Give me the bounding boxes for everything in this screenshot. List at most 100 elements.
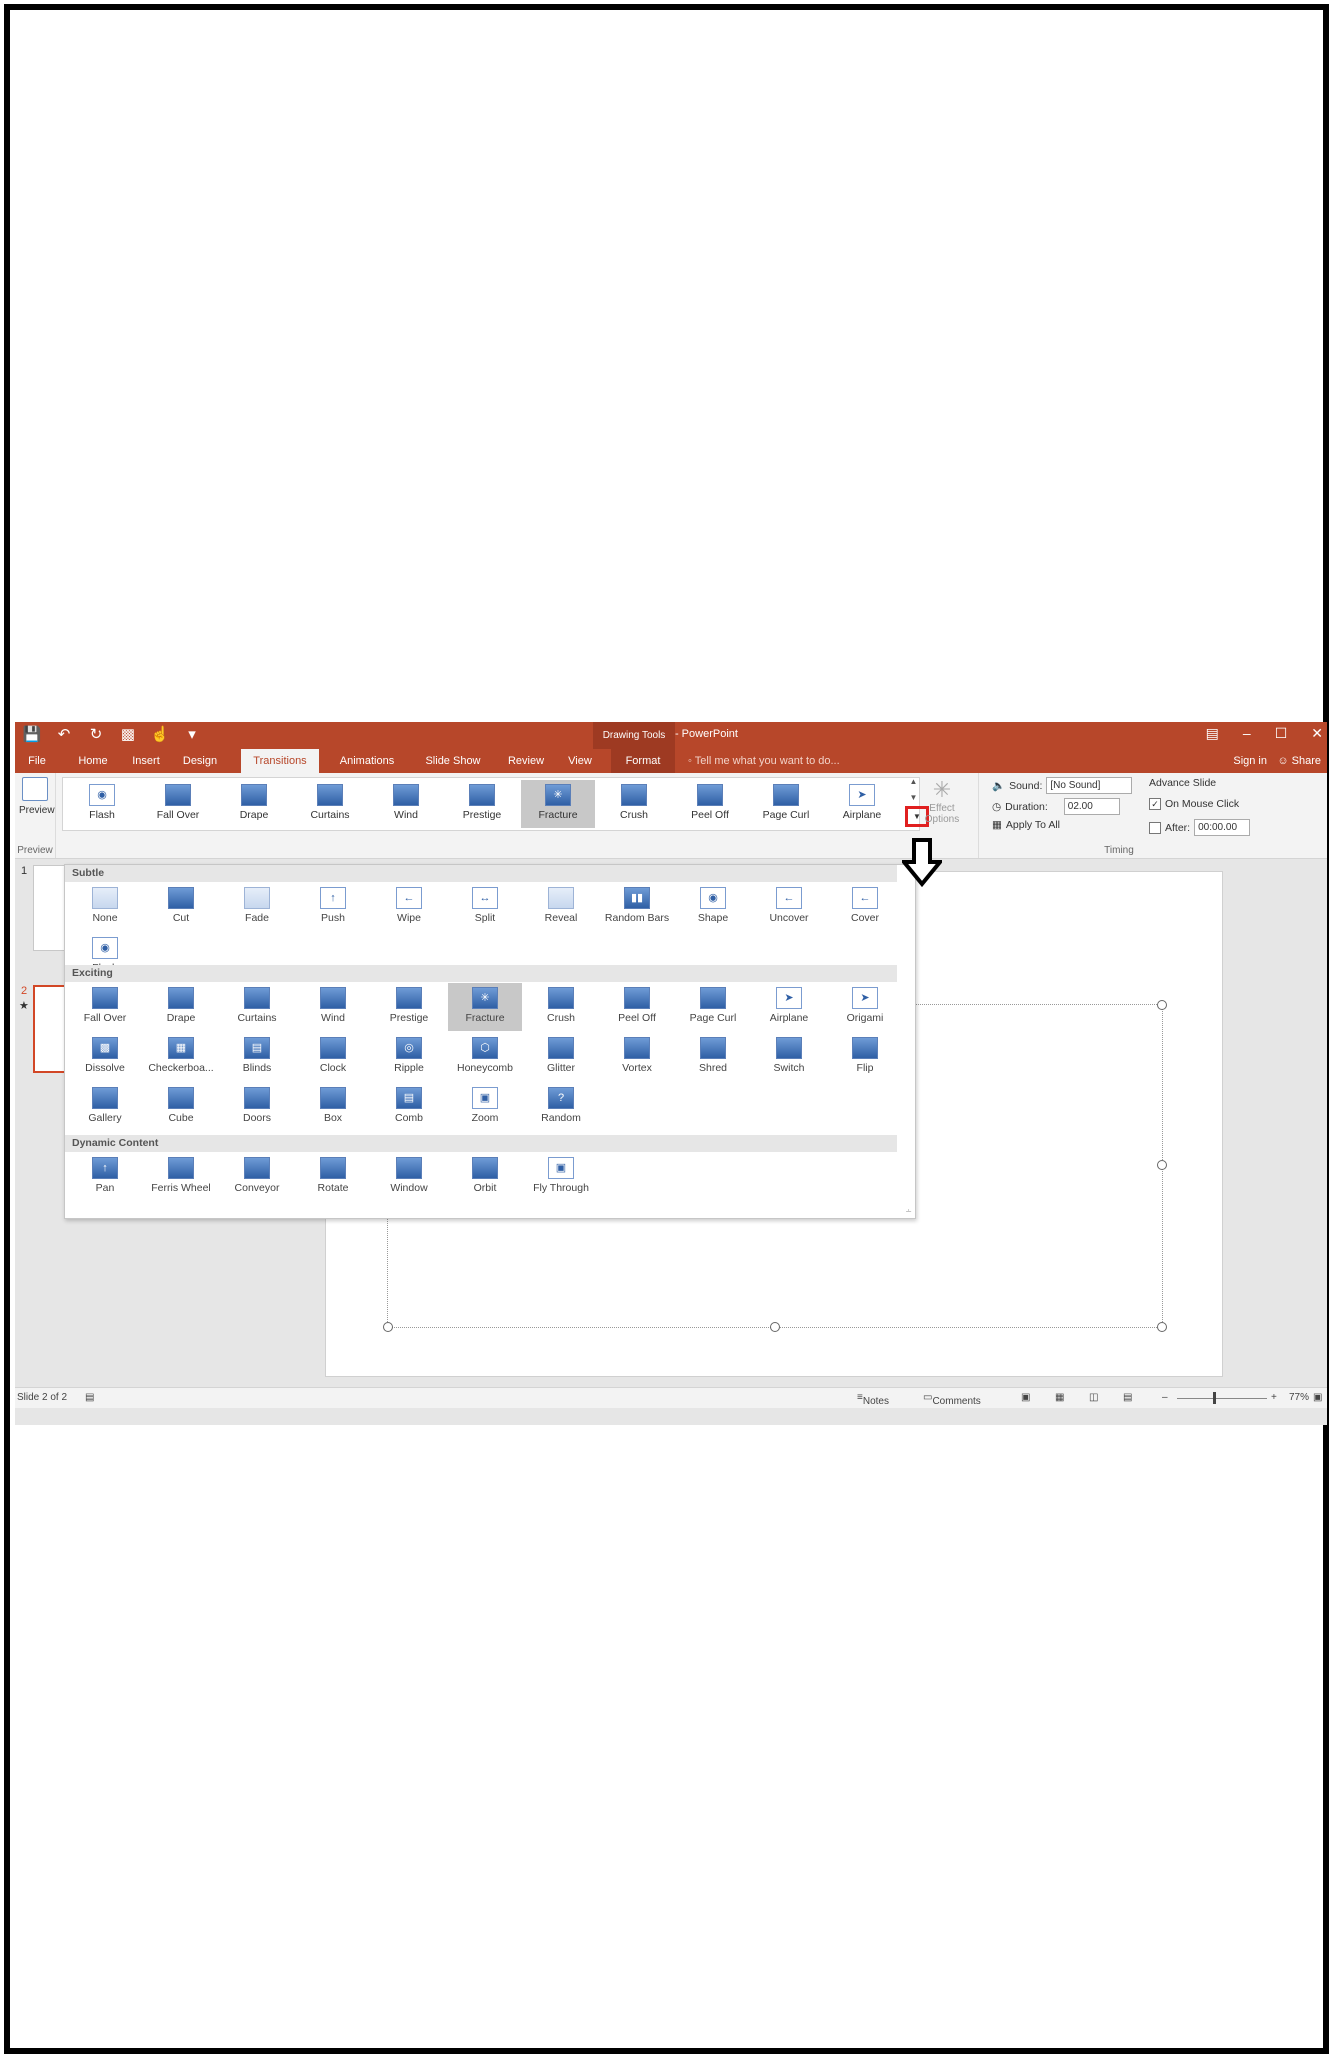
transition-shred[interactable]: Shred [676, 1033, 750, 1081]
transition-honeycomb[interactable]: ⬡ Honeycomb [448, 1033, 522, 1081]
gallery-item-drape[interactable]: Drape [217, 780, 291, 828]
transition-ferris-wheel[interactable]: Ferris Wheel [144, 1153, 218, 1201]
preview-button[interactable]: Preview [19, 777, 55, 823]
after-input[interactable]: 00:00.00 [1194, 819, 1251, 836]
transition-split[interactable]: ↔ Split [448, 883, 522, 931]
gallery-item-curtains[interactable]: Curtains [293, 780, 367, 828]
transition-drape[interactable]: Drape [144, 983, 218, 1031]
transition-airplane[interactable]: ➤ Airplane [752, 983, 826, 1031]
notes-button[interactable]: ≡ Notes [857, 1392, 889, 1407]
transition-fly-through[interactable]: ▣ Fly Through [524, 1153, 598, 1201]
scroll-up-icon[interactable]: ▲ [908, 777, 919, 793]
transition-box[interactable]: Box [296, 1083, 370, 1131]
transition-reveal[interactable]: Reveal [524, 883, 598, 931]
transition-fracture[interactable]: ✳ Fracture [448, 983, 522, 1031]
transition-pan[interactable]: ↑ Pan [68, 1153, 142, 1201]
gallery-item-wind[interactable]: Wind [369, 780, 443, 828]
transition-curtains[interactable]: Curtains [220, 983, 294, 1031]
transition-crush[interactable]: Crush [524, 983, 598, 1031]
transition-comb[interactable]: ▤ Comb [372, 1083, 446, 1131]
tab-slide-show[interactable]: Slide Show [413, 749, 493, 773]
fit-slide-icon[interactable]: ▣ [1313, 1392, 1322, 1403]
tab-transitions[interactable]: Transitions [241, 749, 319, 773]
transition-window[interactable]: Window [372, 1153, 446, 1201]
tab-design[interactable]: Design [177, 749, 223, 773]
tab-animations[interactable]: Animations [327, 749, 407, 773]
transition-orbit[interactable]: Orbit [448, 1153, 522, 1201]
reading-view-icon[interactable]: ◫ [1089, 1392, 1098, 1403]
zoom-slider-thumb[interactable] [1213, 1392, 1216, 1404]
resize-grip-icon[interactable]: ∸ [905, 1207, 912, 1216]
transition-switch[interactable]: Switch [752, 1033, 826, 1081]
transition-wind[interactable]: Wind [296, 983, 370, 1031]
gallery-item-flash[interactable]: ◉ Flash [65, 780, 139, 828]
transition-clock[interactable]: Clock [296, 1033, 370, 1081]
resize-handle[interactable] [1157, 1160, 1167, 1170]
transition-glitter[interactable]: Glitter [524, 1033, 598, 1081]
transition-random-bars[interactable]: ▮▮ Random Bars [600, 883, 674, 931]
transition-prestige[interactable]: Prestige [372, 983, 446, 1031]
tab-file[interactable]: File [15, 749, 59, 773]
transition-checkerboard[interactable]: ▦ Checkerboa... [144, 1033, 218, 1081]
sign-in-link[interactable]: Sign in [1233, 749, 1267, 773]
gallery-item-crush[interactable]: Crush [597, 780, 671, 828]
transition-gallery[interactable]: Gallery [68, 1083, 142, 1131]
gallery-item-page-curl[interactable]: Page Curl [749, 780, 823, 828]
resize-handle[interactable] [383, 1322, 393, 1332]
zoom-level[interactable]: 77% [1289, 1392, 1309, 1403]
transition-none[interactable]: None [68, 883, 142, 931]
zoom-in-icon[interactable]: + [1271, 1392, 1277, 1403]
transition-vortex[interactable]: Vortex [600, 1033, 674, 1081]
tab-insert[interactable]: Insert [123, 749, 169, 773]
transition-cut[interactable]: Cut [144, 883, 218, 931]
transition-cover[interactable]: ← Cover [828, 883, 902, 931]
maximize-icon[interactable]: ☐ [1275, 725, 1288, 742]
transition-origami[interactable]: ➤ Origami [828, 983, 902, 1031]
tab-home[interactable]: Home [71, 749, 115, 773]
transition-dissolve[interactable]: ▩ Dissolve [68, 1033, 142, 1081]
transition-page-curl[interactable]: Page Curl [676, 983, 750, 1031]
transition-blinds[interactable]: ▤ Blinds [220, 1033, 294, 1081]
tab-format[interactable]: Format [611, 749, 675, 773]
zoom-slider[interactable] [1177, 1398, 1267, 1399]
effect-options-button[interactable]: ✳ Effect Options [920, 777, 964, 833]
duration-input[interactable]: 02.00 [1063, 798, 1120, 815]
gallery-item-prestige[interactable]: Prestige [445, 780, 519, 828]
transition-shape[interactable]: ◉ Shape [676, 883, 750, 931]
transition-peel-off[interactable]: Peel Off [600, 983, 674, 1031]
resize-handle[interactable] [1157, 1000, 1167, 1010]
normal-view-icon[interactable]: ▣ [1021, 1392, 1030, 1403]
gallery-item-fracture[interactable]: ✳ Fracture [521, 780, 595, 828]
transition-wipe[interactable]: ← Wipe [372, 883, 446, 931]
transition-rotate[interactable]: Rotate [296, 1153, 370, 1201]
comments-button[interactable]: ▭ Comments [923, 1392, 981, 1407]
after-checkbox[interactable] [1149, 821, 1161, 834]
transition-cube[interactable]: Cube [144, 1083, 218, 1131]
share-button[interactable]: ☺ Share [1277, 749, 1321, 773]
ribbon-display-icon[interactable]: ▤ [1206, 725, 1219, 742]
transition-flip[interactable]: Flip [828, 1033, 902, 1081]
gallery-item-peel-off[interactable]: Peel Off [673, 780, 747, 828]
gallery-item-airplane[interactable]: ➤ Airplane [825, 780, 899, 828]
apply-to-all-button[interactable]: ▦ Apply To All [992, 819, 1060, 831]
minimize-icon[interactable]: – [1243, 725, 1251, 742]
close-icon[interactable]: ✕ [1311, 725, 1323, 742]
transition-doors[interactable]: Doors [220, 1083, 294, 1131]
gallery-item-fall-over[interactable]: Fall Over [141, 780, 215, 828]
slide-sorter-icon[interactable]: ▦ [1055, 1392, 1064, 1403]
resize-handle[interactable] [770, 1322, 780, 1332]
tab-review[interactable]: Review [499, 749, 553, 773]
zoom-out-icon[interactable]: – [1162, 1392, 1168, 1403]
transition-fade[interactable]: Fade [220, 883, 294, 931]
transition-fall-over[interactable]: Fall Over [68, 983, 142, 1031]
transition-uncover[interactable]: ← Uncover [752, 883, 826, 931]
slide-show-icon[interactable]: ▤ [1123, 1392, 1132, 1403]
transition-conveyor[interactable]: Conveyor [220, 1153, 294, 1201]
transition-random[interactable]: ? Random [524, 1083, 598, 1131]
tab-view[interactable]: View [557, 749, 603, 773]
sound-select[interactable]: [No Sound] [1046, 777, 1133, 794]
transition-ripple[interactable]: ◎ Ripple [372, 1033, 446, 1081]
transition-push[interactable]: ↑ Push [296, 883, 370, 931]
resize-handle[interactable] [1157, 1322, 1167, 1332]
spellcheck-icon[interactable]: ▤ [85, 1392, 94, 1403]
